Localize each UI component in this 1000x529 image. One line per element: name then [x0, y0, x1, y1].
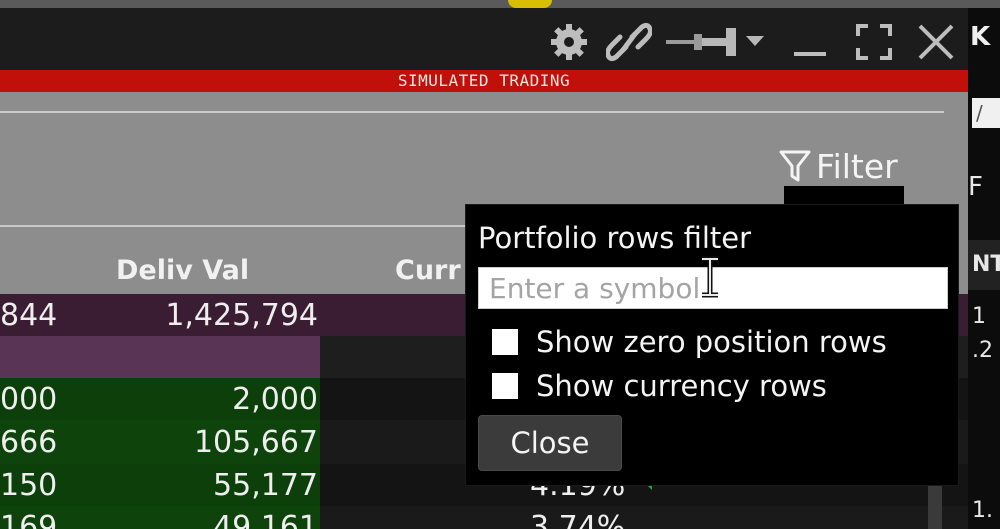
- top-strip: [0, 0, 1000, 8]
- gear-icon[interactable]: [548, 22, 590, 62]
- funnel-icon: [779, 150, 811, 182]
- right-panel-value: .2: [972, 338, 993, 363]
- table-cell-c2: [60, 336, 318, 378]
- table-cell-c1: 150: [0, 467, 58, 503]
- right-panel-header: K: [970, 22, 991, 52]
- checkbox-label: Show currency rows: [536, 369, 827, 403]
- filter-button[interactable]: Filter: [778, 144, 898, 188]
- right-panel-value: 1.: [972, 498, 993, 523]
- table-cell-c1: 666: [0, 424, 58, 460]
- maximize-icon[interactable]: [852, 22, 896, 62]
- pin-icon[interactable]: [666, 22, 770, 62]
- table-cell-c2: 105,667: [193, 424, 318, 460]
- show-zero-position-rows-checkbox[interactable]: Show zero position rows: [492, 325, 887, 359]
- table-cell-c2: 2,000: [232, 381, 318, 417]
- table-cell-c1: 844: [0, 297, 58, 333]
- simulated-trading-banner: SIMULATED TRADING: [0, 70, 968, 92]
- close-button[interactable]: Close: [478, 415, 622, 471]
- table-row[interactable]: 169 49,161 3.74%: [0, 506, 968, 529]
- checkbox-label: Show zero position rows: [536, 325, 887, 359]
- table-cell-c2: 49,161: [213, 509, 318, 529]
- right-panel-filter[interactable]: F: [968, 172, 983, 202]
- scrollbar[interactable]: [928, 486, 942, 529]
- portfolio-rows-filter-popup: Portfolio rows filter Show zero position…: [465, 204, 959, 486]
- column-header-curr[interactable]: Curr: [395, 255, 461, 286]
- right-adjacent-panel: K / F NT 1 .2 1.: [968, 8, 1000, 529]
- column-header-deliv-val[interactable]: Deliv Val: [116, 255, 249, 286]
- right-panel-value: 1: [972, 304, 986, 329]
- checkbox-box[interactable]: [492, 373, 518, 399]
- right-panel-column-header: NT: [972, 252, 1000, 277]
- checkbox-box[interactable]: [492, 329, 518, 355]
- row-background: [320, 506, 968, 529]
- close-icon[interactable]: [912, 22, 960, 62]
- popup-title: Portfolio rows filter: [478, 221, 752, 255]
- table-cell-c1: 000: [0, 381, 58, 417]
- table-cell-c1: 169: [0, 509, 58, 529]
- show-currency-rows-checkbox[interactable]: Show currency rows: [492, 369, 827, 403]
- divider: [0, 111, 944, 113]
- yellow-indicator: [508, 0, 552, 8]
- filter-label: Filter: [816, 146, 898, 186]
- text-cursor-icon: [702, 256, 718, 298]
- minimize-icon[interactable]: [786, 22, 834, 62]
- table-cell-c2: 55,177: [213, 467, 318, 503]
- table-cell-c3: 3.74%: [530, 509, 626, 529]
- right-panel-input[interactable]: /: [972, 98, 1000, 128]
- table-cell-c1: [0, 336, 60, 378]
- table-cell-c2: 1,425,794: [165, 297, 318, 333]
- window-titlebar: [0, 8, 968, 70]
- link-icon[interactable]: [604, 22, 654, 62]
